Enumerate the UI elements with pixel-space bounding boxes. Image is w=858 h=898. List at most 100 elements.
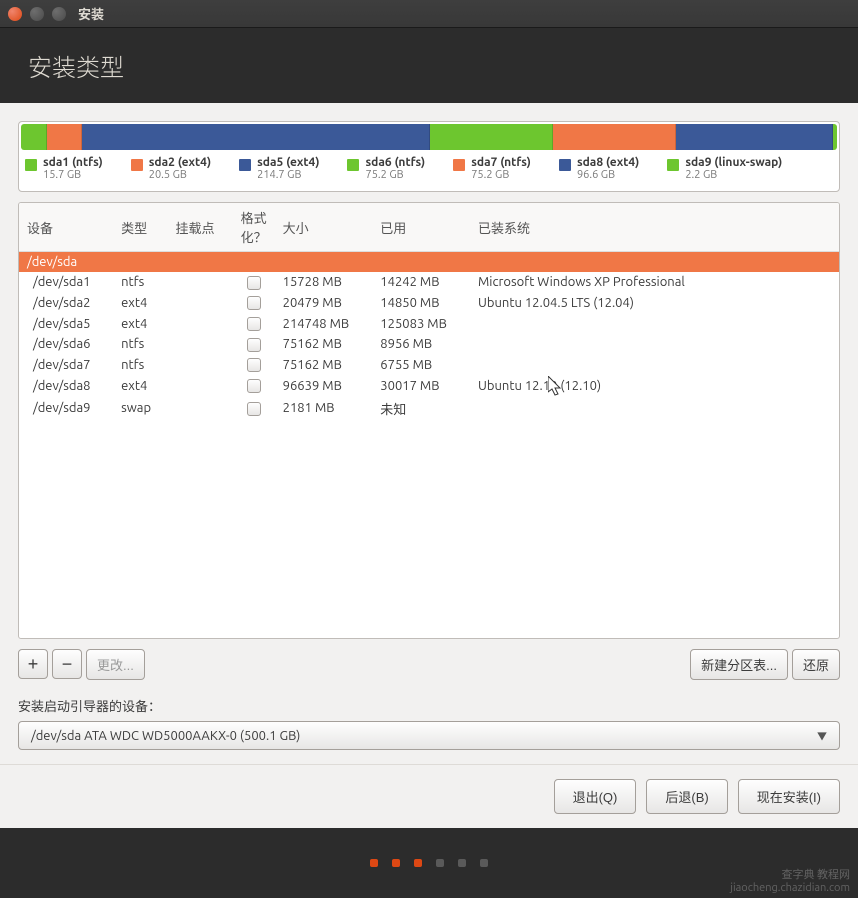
format-checkbox[interactable] [247,379,261,393]
legend-color-swatch [559,159,571,171]
close-icon[interactable] [8,7,22,21]
window-title: 安装 [78,4,104,23]
watermark: 查字典 教程网 jiaocheng.chazidian.com [730,866,850,894]
legend-item: sda7 (ntfs)75.2 GB [453,156,531,181]
legend-name: sda6 (ntfs) [365,156,425,169]
back-button[interactable]: 后退(B) [646,779,727,814]
cell-used: 14242 MB [372,272,470,293]
table-row[interactable]: /dev/sda9swap2181 MB未知 [19,396,839,421]
step-dot [370,859,378,867]
cell-size: 75162 MB [275,334,373,355]
th-size[interactable]: 大小 [275,203,373,252]
th-type[interactable]: 类型 [113,203,167,252]
cell-system [470,355,839,376]
partition-legend: sda1 (ntfs)15.7 GBsda2 (ext4)20.5 GBsda5… [21,156,837,181]
step-dot [414,859,422,867]
cell-size: 75162 MB [275,355,373,376]
table-row[interactable]: /dev/sda6ntfs75162 MB8956 MB [19,334,839,355]
cell-type: ntfs [113,272,167,293]
page-header: 安装类型 [0,28,858,103]
bootloader-value: /dev/sda ATA WDC WD5000AAKX-0 (500.1 GB) [31,729,300,743]
th-system[interactable]: 已装系统 [470,203,839,252]
step-dot [480,859,488,867]
bootloader-combobox[interactable]: /dev/sda ATA WDC WD5000AAKX-0 (500.1 GB)… [18,721,840,750]
cell-used: 125083 MB [372,313,470,334]
maximize-icon[interactable] [52,7,66,21]
legend-item: sda8 (ext4)96.6 GB [559,156,639,181]
table-row[interactable]: /dev/sda5ext4214748 MB125083 MB [19,313,839,334]
partition-toolbar: + − 更改... 新建分区表... 还原 [18,649,840,680]
window-controls [8,7,66,21]
add-partition-button[interactable]: + [18,649,48,679]
remove-partition-button[interactable]: − [52,649,82,679]
th-used[interactable]: 已用 [372,203,470,252]
table-row[interactable]: /dev/sda1ntfs15728 MB14242 MBMicrosoft W… [19,272,839,293]
revert-button[interactable]: 还原 [792,649,840,680]
cell-system [470,396,839,421]
footer-buttons: 退出(Q) 后退(B) 现在安装(I) [0,764,858,828]
cell-system: Ubuntu 12.04.5 LTS (12.04) [470,293,839,314]
partition-segment[interactable] [21,124,47,150]
format-checkbox[interactable] [247,402,261,416]
partition-segment[interactable] [82,124,431,150]
partition-segment[interactable] [833,124,837,150]
table-row-disk[interactable]: /dev/sda [19,252,839,273]
cell-system [470,334,839,355]
legend-color-swatch [667,159,679,171]
legend-item: sda5 (ext4)214.7 GB [239,156,319,181]
legend-color-swatch [239,159,251,171]
th-format[interactable]: 格式化？ [233,203,275,252]
legend-size: 75.2 GB [365,169,425,181]
change-partition-button[interactable]: 更改... [86,649,145,680]
cell-type: ext4 [113,313,167,334]
step-indicator: 查字典 教程网 jiaocheng.chazidian.com [0,828,858,898]
install-now-button[interactable]: 现在安装(I) [738,779,840,814]
cell-mount [168,375,233,396]
format-checkbox[interactable] [247,358,261,372]
th-device[interactable]: 设备 [19,203,113,252]
legend-color-swatch [25,159,37,171]
partition-segment[interactable] [47,124,81,150]
cell-system: Microsoft Windows XP Professional [470,272,839,293]
partition-table[interactable]: 设备 类型 挂载点 格式化？ 大小 已用 已装系统 /dev/sda/dev/s… [19,203,839,421]
cell-mount [168,272,233,293]
legend-item: sda2 (ext4)20.5 GB [131,156,211,181]
cell-used: 6755 MB [372,355,470,376]
th-mount[interactable]: 挂载点 [168,203,233,252]
cell-system [470,313,839,334]
cell-type: ntfs [113,355,167,376]
cell-used: 未知 [372,396,470,421]
cell-device: /dev/sda9 [19,396,113,421]
partition-segment[interactable] [676,124,833,150]
legend-name: sda2 (ext4) [149,156,211,169]
table-row[interactable]: /dev/sda2ext420479 MB14850 MBUbuntu 12.0… [19,293,839,314]
table-row[interactable]: /dev/sda8ext496639 MB30017 MBUbuntu 12.1… [19,375,839,396]
legend-size: 214.7 GB [257,169,319,181]
cell-type: swap [113,396,167,421]
format-checkbox[interactable] [247,296,261,310]
table-row[interactable]: /dev/sda7ntfs 75162 MB6755 MB [19,355,839,376]
cell-mount [168,334,233,355]
cell-size: 214748 MB [275,313,373,334]
format-checkbox[interactable] [247,276,261,290]
new-partition-table-button[interactable]: 新建分区表... [690,649,788,680]
minimize-icon[interactable] [30,7,44,21]
partition-table-container: 设备 类型 挂载点 格式化？ 大小 已用 已装系统 /dev/sda/dev/s… [18,202,840,639]
cell-size: 20479 MB [275,293,373,314]
partition-segment[interactable] [553,124,676,150]
legend-name: sda5 (ext4) [257,156,319,169]
cell-mount [168,396,233,421]
format-checkbox[interactable] [247,317,261,331]
cell-used: 8956 MB [372,334,470,355]
legend-item: sda9 (linux-swap)2.2 GB [667,156,782,181]
cell-size: 96639 MB [275,375,373,396]
partition-segment[interactable] [430,124,553,150]
quit-button[interactable]: 退出(Q) [554,779,637,814]
cell-type: ntfs [113,334,167,355]
cell-device: /dev/sda7 [19,355,113,376]
chevron-down-icon: ▼ [817,728,827,743]
format-checkbox[interactable] [247,338,261,352]
legend-size: 20.5 GB [149,169,211,181]
cell-device: /dev/sda2 [19,293,113,314]
cell-system: Ubuntu 12.10 (12.10) [470,375,839,396]
